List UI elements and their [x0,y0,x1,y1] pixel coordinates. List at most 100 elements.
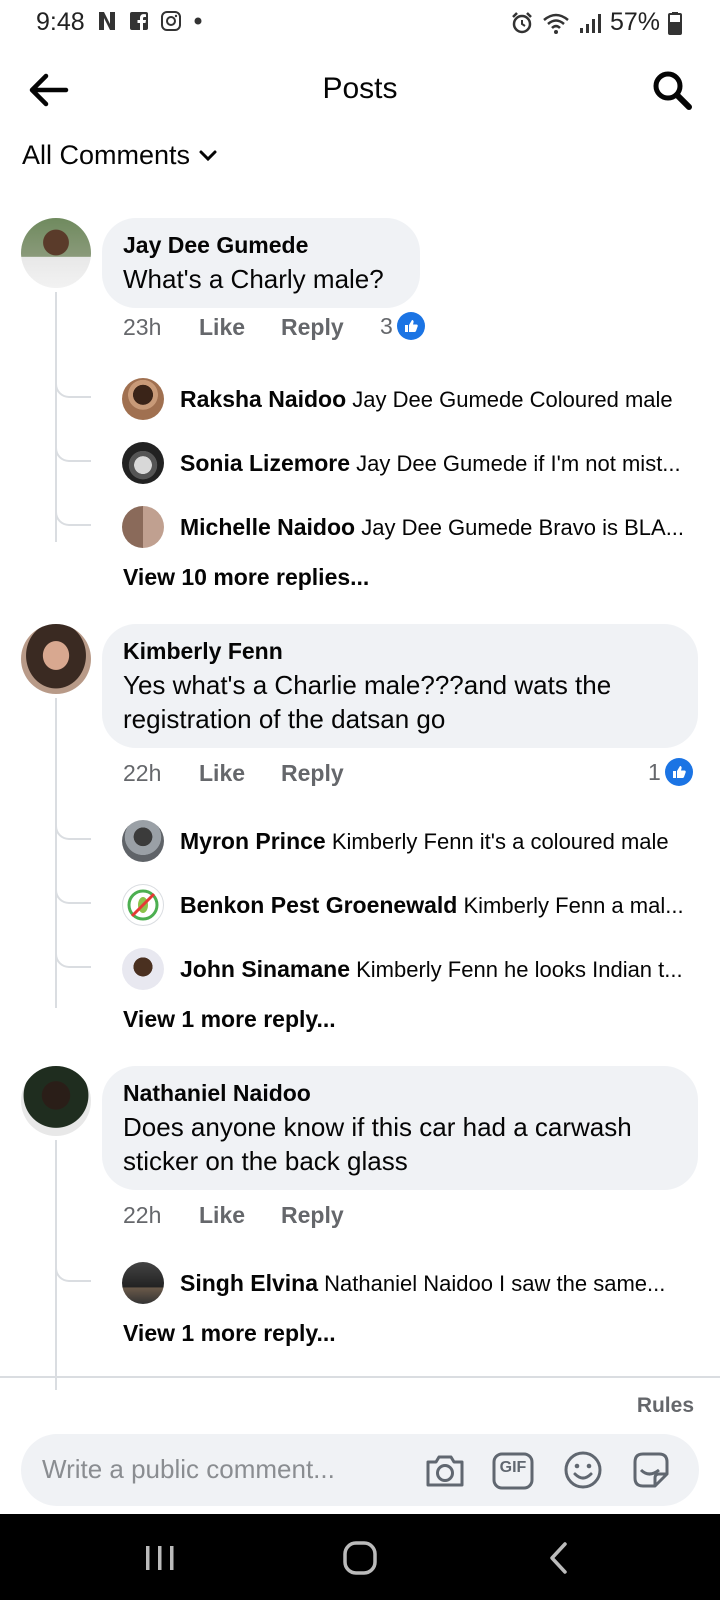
comment-bubble[interactable]: Kimberly Fenn Yes what's a Charlie male?… [102,624,698,748]
camera-icon [426,1455,464,1487]
sticker-button[interactable] [629,1448,673,1492]
system-back-button[interactable] [538,1538,582,1578]
comment-bubble[interactable]: Nathaniel Naidoo Does anyone know if thi… [102,1066,698,1190]
page-title: Posts [322,72,398,105]
reply-row[interactable]: Michelle Naidoo Jay Dee Gumede Bravo is … [180,514,690,541]
reply-button[interactable]: Reply [281,314,344,341]
like-button[interactable]: Like [199,314,281,341]
gif-button[interactable]: GIF [491,1448,535,1492]
status-time: 9:48 [36,8,85,36]
reply-author[interactable]: Sonia Lizemore [180,450,350,476]
thread-line [55,292,57,542]
recent-apps-icon [146,1546,174,1570]
home-icon [343,1541,377,1575]
reply-button[interactable]: Reply [281,760,344,787]
avatar[interactable] [21,1066,91,1136]
reply-connector [55,442,91,462]
emoji-button[interactable] [561,1448,605,1492]
comment-bubble[interactable]: Jay Dee Gumede What's a Charly male? [102,218,420,308]
comment-time[interactable]: 22h [123,1202,199,1229]
view-more-replies[interactable]: View 1 more reply... [123,1006,336,1033]
reaction-count[interactable]: 1 [648,758,693,786]
avatar[interactable] [21,624,91,694]
chevron-left-icon [550,1542,567,1574]
battery-percent: 57% [609,8,660,36]
like-reaction-icon [664,758,693,786]
app-header: Posts [0,60,720,120]
comment-time[interactable]: 23h [123,314,199,341]
filter-label: All Comments [22,140,191,170]
like-button[interactable]: Like [199,760,281,787]
camera-button[interactable] [423,1448,467,1492]
reply-connector [55,948,91,968]
reply-avatar[interactable] [122,948,164,990]
reply-text: Jay Dee Gumede Coloured male [352,387,673,412]
reaction-count-number: 1 [648,758,661,785]
comment-author[interactable]: Kimberly Fenn [123,637,678,665]
reply-avatar[interactable] [122,1262,164,1304]
reply-avatar[interactable] [122,378,164,420]
notification-icons [96,10,204,32]
system-navigation-bar [0,1514,720,1600]
reply-author[interactable]: Michelle Naidoo [180,514,355,540]
reply-author[interactable]: Raksha Naidoo [180,386,346,412]
comment-actions: 23h Like Reply [123,314,344,341]
reply-connector [55,884,91,904]
reaction-count-number: 3 [380,312,393,339]
more-notifications-dot-icon [194,17,202,25]
comment-actions: 22h Like Reply [123,1202,344,1229]
reply-row[interactable]: Benkon Pest Groenewald Kimberly Fenn a m… [180,892,690,919]
reply-author[interactable]: Myron Prince [180,828,326,854]
reply-connector [55,820,91,840]
like-reaction-icon [396,312,425,340]
reply-author[interactable]: Singh Elvina [180,1270,318,1296]
like-button[interactable]: Like [199,1202,281,1229]
battery-icon [668,11,682,35]
comment-author[interactable]: Nathaniel Naidoo [123,1079,678,1107]
reply-avatar[interactable] [122,442,164,484]
netflix-notification-icon [99,12,115,30]
chevron-down-icon [199,150,217,161]
home-button[interactable] [338,1538,382,1578]
reply-author[interactable]: Benkon Pest Groenewald [180,892,457,918]
sticker-icon [633,1452,669,1488]
wifi-icon [543,13,569,34]
view-more-replies[interactable]: View 10 more replies... [123,564,369,591]
back-button[interactable] [26,70,70,110]
reply-row[interactable]: Raksha Naidoo Jay Dee Gumede Coloured ma… [180,386,690,413]
pest-logo-icon [127,889,159,921]
alarm-icon [512,11,532,33]
comment-input[interactable] [42,1454,402,1485]
reply-avatar[interactable] [122,820,164,862]
reply-row[interactable]: Myron Prince Kimberly Fenn it's a colour… [180,828,690,855]
reply-avatar[interactable] [122,884,164,926]
comment-filter-dropdown[interactable]: All Comments [22,140,218,171]
search-icon [653,71,692,110]
emoji-icon [564,1451,602,1489]
reply-connector [55,378,91,398]
comment-composer: GIF [21,1434,699,1506]
reply-author[interactable]: John Sinamane [180,956,350,982]
reply-connector [55,1262,91,1282]
reply-text: Nathaniel Naidoo I saw the same... [324,1271,666,1296]
signal-icon [579,13,601,33]
reaction-count[interactable]: 3 [380,312,425,340]
reply-text: Kimberly Fenn a mal... [463,893,684,918]
reply-text: Kimberly Fenn it's a coloured male [331,829,669,854]
avatar[interactable] [21,218,91,288]
view-more-replies[interactable]: View 1 more reply... [123,1320,336,1347]
status-right: 57% [510,8,682,37]
reply-button[interactable]: Reply [281,1202,344,1229]
comment-time[interactable]: 22h [123,760,199,787]
gif-label: GIF [499,1459,527,1476]
reply-row[interactable]: John Sinamane Kimberly Fenn he looks Ind… [180,956,690,983]
rules-link[interactable]: Rules [637,1394,694,1418]
reply-row[interactable]: Singh Elvina Nathaniel Naidoo I saw the … [180,1270,690,1297]
reply-row[interactable]: Sonia Lizemore Jay Dee Gumede if I'm not… [180,450,690,477]
comment-author[interactable]: Jay Dee Gumede [123,231,400,259]
comment-text: Does anyone know if this car had a carwa… [123,1112,632,1176]
divider [0,1376,720,1378]
recent-apps-button[interactable] [138,1538,182,1578]
reply-avatar[interactable] [122,506,164,548]
search-button[interactable] [650,68,694,112]
